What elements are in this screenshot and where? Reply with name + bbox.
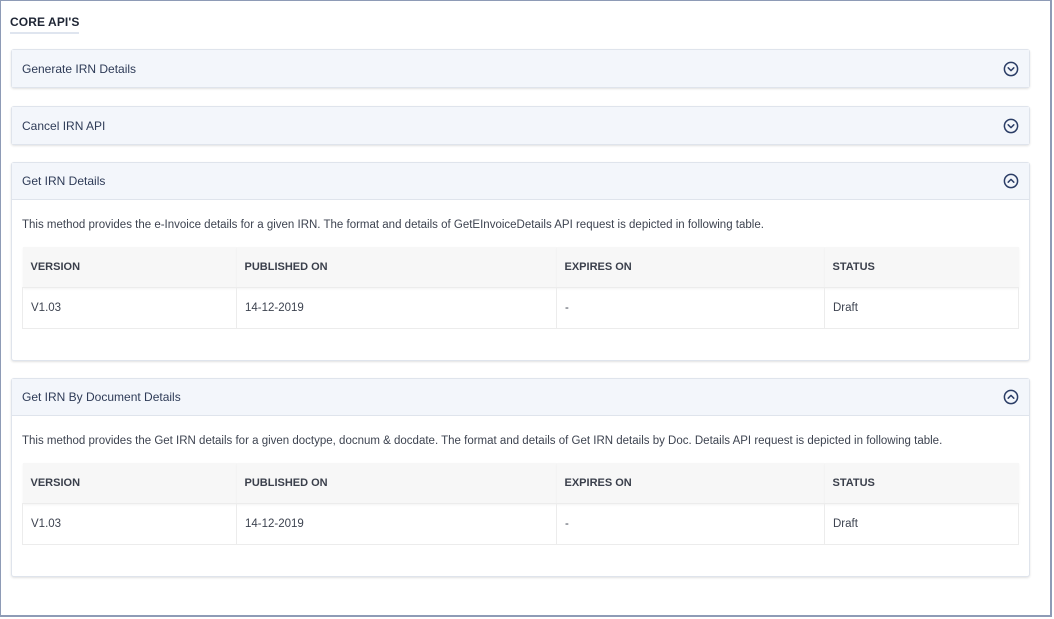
table-row: V1.03 14-12-2019 - Draft: [22, 287, 1019, 329]
accordion-header-get-irn-details[interactable]: Get IRN Details: [12, 163, 1029, 200]
table-row: V1.03 14-12-2019 - Draft: [22, 503, 1019, 545]
expires-on-cell: -: [556, 503, 825, 545]
published-on-cell: 14-12-2019: [236, 503, 557, 545]
column-header-version: VERSION: [22, 247, 237, 288]
api-description: This method provides the e-Invoice detai…: [22, 219, 764, 231]
accordion-header-get-irn-by-document-details[interactable]: Get IRN By Document Details: [12, 379, 1029, 416]
table-header-row: VERSION PUBLISHED ON EXPIRES ON STATUS: [22, 463, 1019, 504]
section-title: CORE API'S: [10, 15, 80, 34]
api-description: This method provides the Get IRN details…: [22, 435, 943, 447]
accordion-title: Generate IRN Details: [22, 61, 137, 76]
version-link[interactable]: V1.03: [22, 287, 237, 329]
version-link[interactable]: V1.03: [22, 503, 237, 545]
status-cell: Draft: [824, 503, 1019, 545]
expires-on-cell: -: [556, 287, 825, 329]
accordion-title: Cancel IRN API: [22, 118, 106, 133]
accordion-get-irn-details: Get IRN Details This method provides the…: [11, 162, 1030, 361]
table-header-row: VERSION PUBLISHED ON EXPIRES ON STATUS: [22, 247, 1019, 288]
version-table: VERSION PUBLISHED ON EXPIRES ON STATUS V…: [22, 463, 1019, 545]
column-header-expires-on: EXPIRES ON: [556, 463, 825, 504]
column-header-status: STATUS: [824, 463, 1019, 504]
chevron-down-circle-icon[interactable]: [1003, 118, 1019, 134]
accordion-generate-irn-details: Generate IRN Details: [11, 49, 1030, 88]
status-cell: Draft: [824, 287, 1019, 329]
accordion-header-cancel-irn-api[interactable]: Cancel IRN API: [12, 107, 1029, 144]
accordion-title: Get IRN Details: [22, 174, 106, 188]
accordion-body: This method provides the Get IRN details…: [12, 434, 1029, 545]
accordion-body: This method provides the e-Invoice detai…: [12, 218, 1029, 329]
column-header-status: STATUS: [824, 247, 1019, 288]
page-frame: CORE API'S Generate IRN Details Cancel I…: [0, 0, 1052, 617]
published-on-cell: 14-12-2019: [236, 287, 557, 329]
accordion-get-irn-by-document-details: Get IRN By Document Details This method …: [11, 378, 1030, 577]
chevron-up-circle-icon[interactable]: [1003, 173, 1019, 189]
accordion-title: Get IRN By Document Details: [22, 390, 181, 404]
chevron-down-circle-icon[interactable]: [1003, 61, 1019, 77]
column-header-version: VERSION: [22, 463, 237, 504]
column-header-published-on: PUBLISHED ON: [236, 247, 557, 288]
column-header-published-on: PUBLISHED ON: [236, 463, 557, 504]
column-header-expires-on: EXPIRES ON: [556, 247, 825, 288]
accordion-cancel-irn-api: Cancel IRN API: [11, 106, 1030, 145]
chevron-up-circle-icon[interactable]: [1003, 389, 1019, 405]
version-table: VERSION PUBLISHED ON EXPIRES ON STATUS V…: [22, 247, 1019, 329]
accordion-header-generate-irn-details[interactable]: Generate IRN Details: [12, 50, 1029, 87]
